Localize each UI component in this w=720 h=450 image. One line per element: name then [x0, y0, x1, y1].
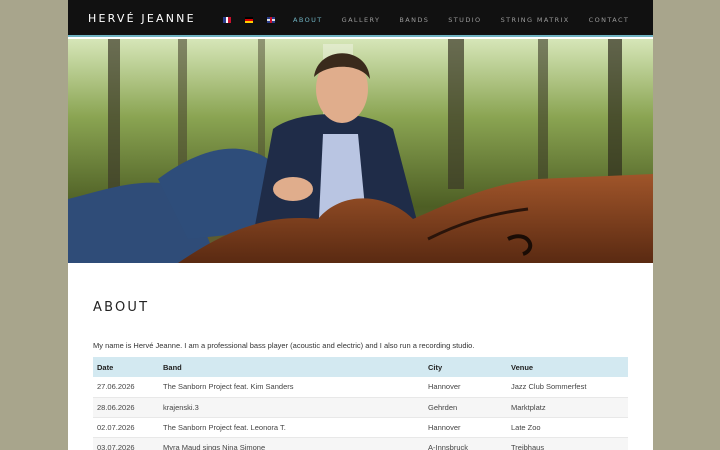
cell-band: The Sanborn Project feat. Kim Sanders	[159, 377, 424, 398]
site-logo[interactable]: HERVÉ JEANNE	[88, 12, 196, 25]
cell-venue: Treibhaus	[507, 437, 628, 450]
cell-city: Hannover	[424, 377, 507, 398]
column-header-venue: Venue	[507, 357, 628, 377]
column-header-city: City	[424, 357, 507, 377]
top-navbar: HERVÉ JEANNE ABOUT GALLERY BANDS STUDIO …	[68, 0, 653, 37]
cell-band: Myra Maud sings Nina Simone	[159, 437, 424, 450]
cell-date: 03.07.2026	[93, 437, 159, 450]
column-header-date: Date	[93, 357, 159, 377]
cell-band: krajenski.3	[159, 397, 424, 418]
hero-photo-illustration	[68, 39, 653, 263]
nav-contact[interactable]: CONTACT	[589, 16, 630, 24]
flag-fr-icon[interactable]	[223, 17, 231, 23]
flag-de-icon[interactable]	[245, 17, 253, 23]
table-row: 28.06.2026 krajenski.3 Gehrden Marktplat…	[93, 397, 628, 418]
table-row: 02.07.2026 The Sanborn Project feat. Leo…	[93, 417, 628, 438]
cell-venue: Late Zoo	[507, 417, 628, 438]
main-nav: ABOUT GALLERY BANDS STUDIO STRING MATRIX…	[223, 14, 644, 26]
page-title: ABOUT	[93, 300, 150, 315]
flag-uk-icon[interactable]	[267, 17, 275, 23]
table-row: 03.07.2026 Myra Maud sings Nina Simone A…	[93, 437, 628, 450]
cell-date: 02.07.2026	[93, 417, 159, 438]
hero-image	[68, 39, 653, 263]
page-container: HERVÉ JEANNE ABOUT GALLERY BANDS STUDIO …	[68, 0, 653, 450]
column-header-band: Band	[159, 357, 424, 377]
cell-band: The Sanborn Project feat. Leonora T.	[159, 417, 424, 438]
cell-venue: Jazz Club Sommerfest	[507, 377, 628, 398]
cell-city: Gehrden	[424, 397, 507, 418]
concert-table: Date Band City Venue 27.06.2026 The Sanb…	[93, 357, 628, 450]
nav-bands[interactable]: BANDS	[399, 16, 429, 24]
cell-city: A-Innsbruck	[424, 437, 507, 450]
cell-city: Hannover	[424, 417, 507, 438]
nav-gallery[interactable]: GALLERY	[342, 16, 381, 24]
nav-about[interactable]: ABOUT	[293, 16, 323, 24]
intro-text: My name is Hervé Jeanne. I am a professi…	[93, 341, 475, 350]
nav-studio[interactable]: STUDIO	[448, 16, 481, 24]
cell-venue: Marktplatz	[507, 397, 628, 418]
nav-string-matrix[interactable]: STRING MATRIX	[501, 16, 570, 24]
cell-date: 28.06.2026	[93, 397, 159, 418]
table-header-row: Date Band City Venue	[93, 357, 628, 377]
cell-date: 27.06.2026	[93, 377, 159, 398]
table-row: 27.06.2026 The Sanborn Project feat. Kim…	[93, 377, 628, 398]
